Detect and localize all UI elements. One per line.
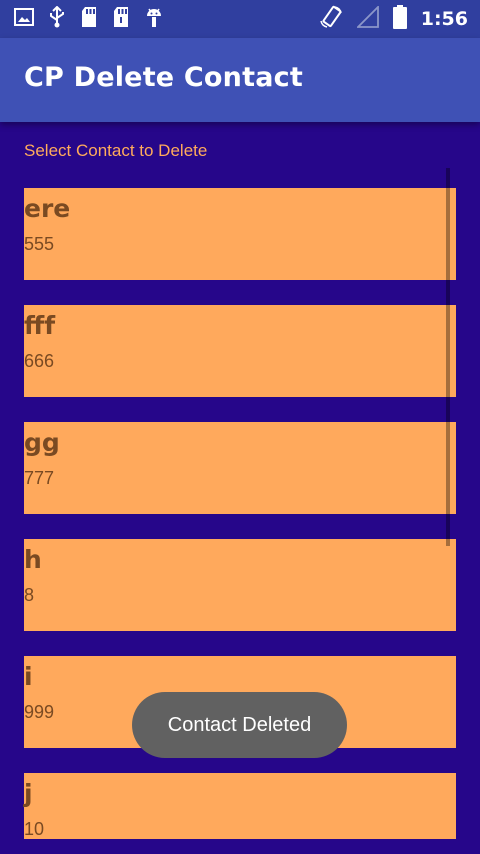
- contact-item[interactable]: h 8: [24, 539, 456, 631]
- contact-number: 555: [24, 234, 55, 254]
- status-bar: 1:56: [0, 0, 480, 38]
- signal-icon: [355, 4, 379, 32]
- contact-item[interactable]: ere 555: [24, 188, 456, 280]
- status-right-icons: 1:56: [319, 4, 468, 33]
- image-icon: [14, 7, 34, 31]
- contact-item[interactable]: gg 777: [24, 422, 456, 514]
- usb-icon: [48, 5, 66, 32]
- status-time: 1:56: [420, 8, 468, 30]
- rotate-icon: [319, 5, 343, 33]
- contact-number: 777: [24, 468, 55, 488]
- contact-number: 8: [24, 585, 35, 605]
- list-scrollbar[interactable]: [446, 168, 450, 546]
- contact-number: 999: [24, 702, 55, 722]
- contact-name: i: [24, 662, 33, 691]
- contact-name: fff: [24, 311, 56, 340]
- contact-item[interactable]: fff 666: [24, 305, 456, 397]
- contact-item[interactable]: j 10: [24, 773, 456, 839]
- contact-number: 666: [24, 351, 55, 371]
- sd-card-icon: [80, 6, 98, 32]
- app-bar: CP Delete Contact: [0, 38, 480, 122]
- contact-number: 10: [24, 819, 45, 839]
- select-contact-prompt: Select Contact to Delete: [24, 141, 208, 160]
- android-icon: [144, 6, 164, 32]
- sd-card-icon: [112, 6, 130, 32]
- page-title: CP Delete Contact: [24, 62, 303, 93]
- contact-name: ere: [24, 194, 71, 223]
- contact-name: h: [24, 545, 42, 574]
- contact-name: gg: [24, 428, 60, 457]
- status-left-icons: [14, 5, 164, 32]
- contact-name: j: [24, 779, 33, 808]
- toast-message: Contact Deleted: [132, 692, 347, 758]
- battery-icon: [392, 5, 407, 33]
